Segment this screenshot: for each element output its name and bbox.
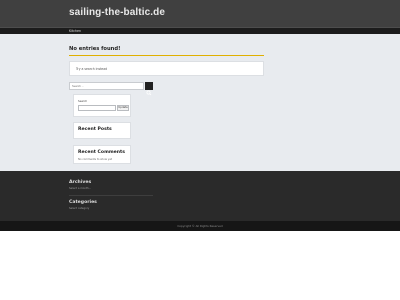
page-background — [0, 231, 400, 300]
heading-underline — [69, 55, 264, 56]
notice-text: Try a search instead — [76, 67, 108, 71]
copyright-text: Copyright © All Rights Reserved — [177, 224, 223, 228]
categories-select[interactable]: Select category — [69, 207, 89, 210]
footer-divider — [69, 195, 153, 196]
recent-posts-title: Recent Posts — [78, 127, 112, 132]
site-header: sailing-the-baltic.de — [0, 0, 400, 27]
footer-widgets: Archives Select a month... Categories Se… — [0, 171, 400, 221]
recent-posts-widget: Recent Posts — [73, 122, 131, 139]
site-title[interactable]: sailing-the-baltic.de — [69, 7, 165, 18]
update-button[interactable]: Update — [117, 105, 129, 111]
recent-comments-title: Recent Comments — [78, 150, 125, 155]
search-button[interactable] — [145, 82, 153, 96]
archives-select[interactable]: Select a month... — [69, 187, 91, 190]
categories-title: Categories — [69, 200, 97, 205]
notice-box: Try a search instead — [69, 61, 264, 76]
nav-item-kitchen[interactable]: Kitchen — [69, 29, 81, 34]
archives-title: Archives — [69, 180, 92, 185]
page-heading: No entries found! — [69, 46, 121, 52]
search-widget: Search Update — [73, 94, 131, 117]
footer-bottom: Copyright © All Rights Reserved — [0, 221, 400, 231]
widget-label: Search — [78, 99, 88, 103]
widget-input[interactable] — [78, 105, 116, 111]
recent-comments-widget: Recent Comments No comments to show yet — [73, 145, 131, 164]
search-input[interactable] — [69, 82, 144, 90]
search-icon — [146, 90, 152, 96]
recent-comments-text: No comments to show yet — [78, 158, 112, 161]
main-navigation: Kitchen — [0, 27, 400, 34]
